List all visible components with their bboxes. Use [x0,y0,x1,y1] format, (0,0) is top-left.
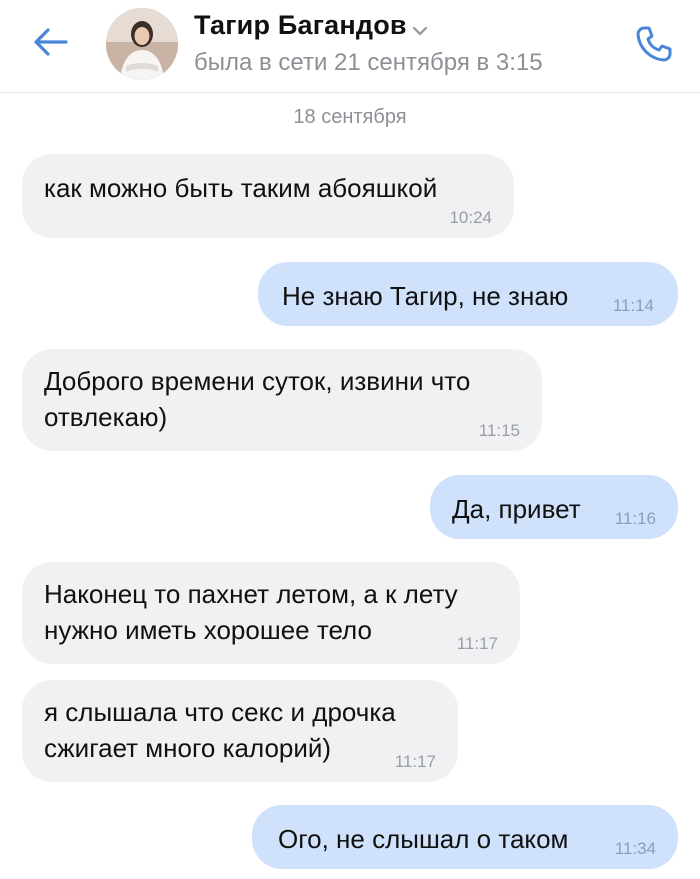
message-time: 11:15 [478,421,520,440]
message-time: 11:16 [614,509,656,528]
message-text: я слышала что секс и дрочка сжигает мног… [44,697,396,763]
message-incoming[interactable]: я слышала что секс и дрочка сжигает мног… [22,680,458,782]
message-incoming[interactable]: как можно быть таким абояшкой 10:24 [22,154,514,238]
message-outgoing[interactable]: Да, привет 11:16 [430,475,678,539]
message-time: 11:34 [614,839,656,858]
message-time: 11:17 [456,634,498,653]
contact-name[interactable]: Тагир Багандов [194,10,407,41]
message-text: Да, привет [452,494,581,524]
arrow-left-icon [34,28,68,56]
message-text: Ого, не слышал о таком [278,824,569,854]
message-time: 10:24 [449,208,492,227]
chat-header: Тагир Багандов была в сети 21 сентября в… [0,0,700,93]
message-time: 11:14 [612,296,654,315]
avatar[interactable] [106,8,178,80]
message-time: 11:17 [394,752,436,771]
message-incoming[interactable]: Наконец то пахнет летом, а к лету нужно … [22,562,520,664]
call-button[interactable] [628,18,680,70]
message-text: Наконец то пахнет летом, а к лету нужно … [44,579,458,645]
avatar-photo [106,8,178,80]
message-text: Не знаю Тагир, не знаю [282,281,569,311]
back-button[interactable] [26,22,74,62]
chevron-down-icon[interactable] [410,24,430,38]
message-outgoing[interactable]: Не знаю Тагир, не знаю 11:14 [258,262,678,326]
last-seen-status: была в сети 21 сентября в 3:15 [194,49,543,76]
date-separator: 18 сентября [293,106,407,128]
message-outgoing[interactable]: Ого, не слышал о таком 11:34 [252,805,678,869]
message-incoming[interactable]: Доброго времени суток, извини что отвлек… [22,349,542,451]
message-text: как можно быть таким абояшкой [44,173,438,203]
phone-icon [636,26,672,62]
message-text: Доброго времени суток, извини что отвлек… [44,366,471,432]
